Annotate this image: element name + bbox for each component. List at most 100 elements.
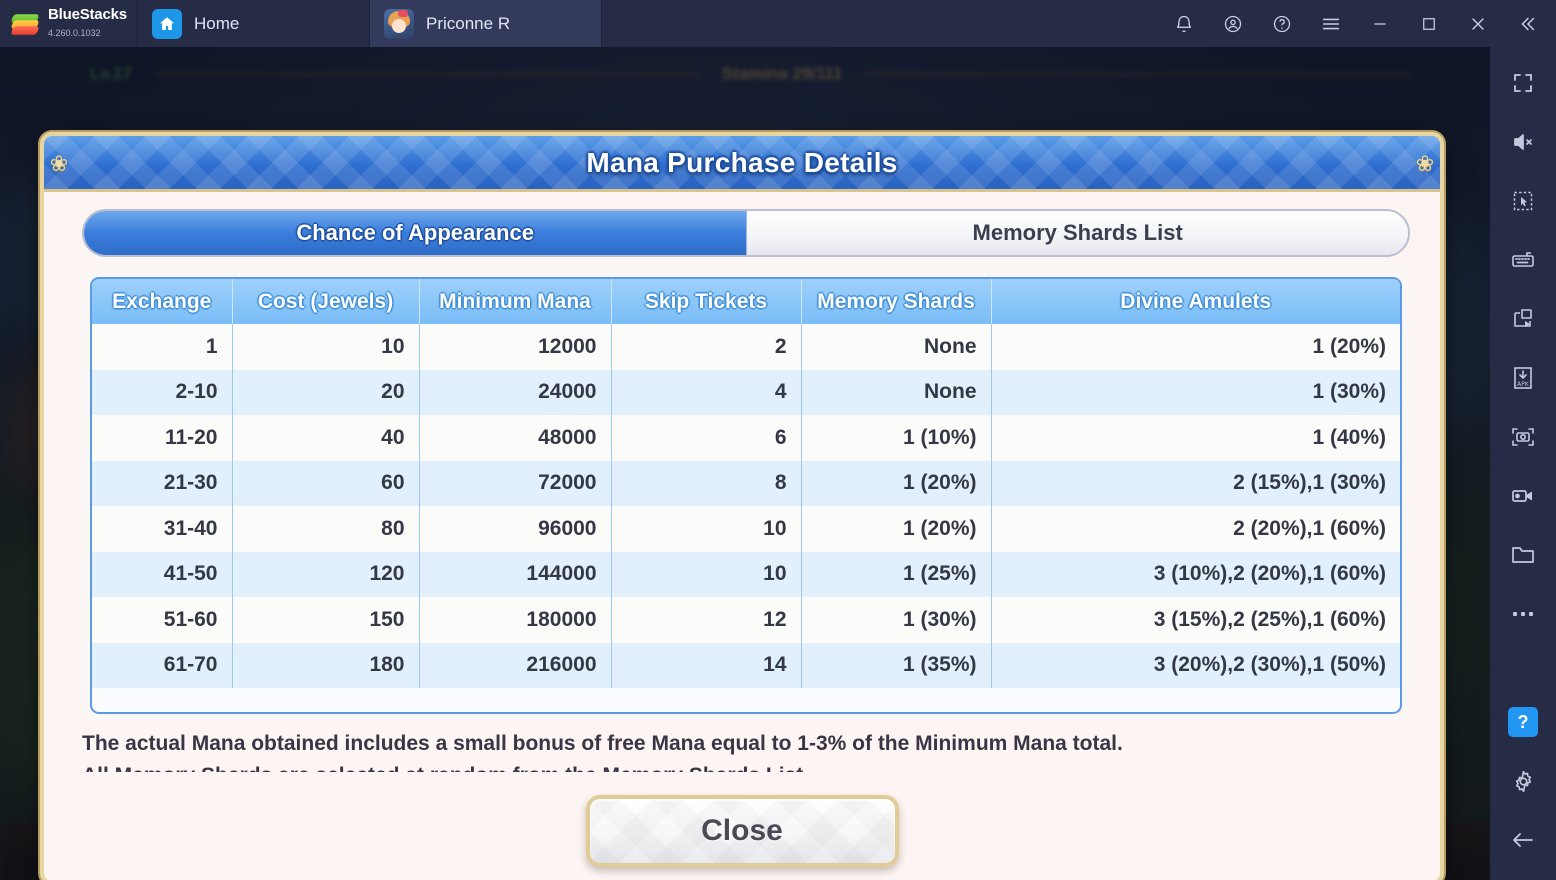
cell-exchange: 11-20	[92, 415, 233, 461]
help-badge-label: ?	[1508, 707, 1538, 737]
ornament-right-icon: ❀	[1415, 151, 1435, 176]
cell-memory-shards: 1 (20%)	[801, 460, 992, 506]
cell-skip-tickets: 10	[611, 506, 802, 552]
cell-skip-tickets: 2	[611, 324, 802, 370]
settings-gear-icon[interactable]	[1497, 759, 1549, 803]
cell-minimum-mana: 216000	[419, 642, 612, 688]
notifications-icon[interactable]	[1161, 0, 1207, 47]
tab-priconne-r-label: Priconne R	[426, 13, 511, 33]
cell-memory-shards: 1 (25%)	[801, 551, 992, 597]
account-icon[interactable]	[1210, 0, 1256, 47]
table-row: 61-70 180 216000 14 1 (35%) 3 (20%),2 (3…	[92, 642, 1400, 688]
cell-minimum-mana: 180000	[419, 597, 612, 643]
cell-divine-amulets: 2 (20%),1 (60%)	[991, 506, 1400, 552]
install-apk-icon[interactable]: APK	[1497, 356, 1549, 400]
keyboard-controls-icon[interactable]	[1497, 238, 1549, 282]
more-options-icon[interactable]	[1497, 592, 1549, 636]
bluestacks-logo: BlueStacks 4.260.0.1032	[0, 0, 138, 47]
cell-memory-shards: None	[801, 369, 992, 415]
app-avatar-icon	[384, 8, 414, 39]
cell-divine-amulets: 1 (20%)	[991, 324, 1400, 370]
tab-switch: Chance of Appearance Memory Shards List	[82, 209, 1410, 257]
mute-icon[interactable]	[1497, 120, 1549, 164]
cell-cost: 60	[232, 460, 420, 506]
tab-priconne-r[interactable]: Priconne R	[370, 0, 602, 47]
help-icon[interactable]	[1259, 0, 1305, 47]
cell-exchange: 2-10	[92, 369, 233, 415]
cell-cost: 80	[232, 506, 420, 552]
home-icon	[152, 8, 182, 39]
cell-skip-tickets: 14	[611, 642, 802, 688]
menu-icon[interactable]	[1308, 0, 1354, 47]
column-header-cost-jewels: Cost (Jewels)	[232, 279, 420, 324]
dialog-title-bar: ❀ Mana Purchase Details ❀	[44, 136, 1440, 192]
table-row: 31-40 80 96000 10 1 (20%) 2 (20%),1 (60%…	[92, 506, 1400, 552]
dialog-frame: ❀ Mana Purchase Details ❀ Chance of Appe…	[40, 132, 1444, 880]
close-button[interactable]: Close	[585, 795, 899, 867]
table-scroll-area[interactable]: Exchange Cost (Jewels) Minimum Mana Skip…	[90, 277, 1402, 714]
cell-minimum-mana: 12000	[419, 324, 612, 370]
cell-divine-amulets: 1 (30%)	[991, 369, 1400, 415]
note-line-2: All Memory Shards are selected at random…	[82, 760, 1422, 772]
maximize-button[interactable]	[1406, 0, 1452, 47]
cell-skip-tickets: 6	[611, 415, 802, 461]
table-body: 1 10 12000 2 None 1 (20%) 2-10 20 24000	[92, 324, 1400, 688]
tab-chance-of-appearance[interactable]: Chance of Appearance	[84, 211, 748, 255]
cell-divine-amulets: 1 (40%)	[991, 415, 1400, 461]
cell-cost: 180	[232, 642, 420, 688]
table-row: 41-50 120 144000 10 1 (25%) 3 (10%),2 (2…	[92, 551, 1400, 597]
help-badge-icon[interactable]: ?	[1497, 700, 1549, 744]
cell-cost: 120	[232, 551, 420, 597]
mana-purchase-details-dialog: ❀ Mana Purchase Details ❀ Chance of Appe…	[40, 132, 1444, 880]
table-row: 21-30 60 72000 8 1 (20%) 2 (15%),1 (30%)	[92, 460, 1400, 506]
cell-cost: 20	[232, 369, 420, 415]
cell-exchange: 1	[92, 324, 233, 370]
game-viewport: Lv.17 Stamina 29/111 Home Characters Sto…	[0, 47, 1490, 880]
table-row: 11-20 40 48000 6 1 (10%) 1 (40%)	[92, 415, 1400, 461]
fullscreen-icon[interactable]	[1497, 61, 1549, 105]
column-header-minimum-mana: Minimum Mana	[419, 279, 612, 324]
cell-skip-tickets: 4	[611, 369, 802, 415]
table-row: 51-60 150 180000 12 1 (30%) 3 (15%),2 (2…	[92, 597, 1400, 643]
mana-purchase-table: Exchange Cost (Jewels) Minimum Mana Skip…	[92, 279, 1400, 688]
bluestacks-title-bar: BlueStacks 4.260.0.1032 Home Priconne R	[0, 0, 1556, 47]
dialog-tabs: Chance of Appearance Memory Shards List	[82, 209, 1410, 257]
cell-cost: 150	[232, 597, 420, 643]
tab-home-label: Home	[194, 13, 240, 33]
screen-record-icon[interactable]	[1497, 474, 1549, 518]
dialog-notes: The actual Mana obtained includes a smal…	[82, 728, 1422, 772]
cell-memory-shards: None	[801, 324, 992, 370]
column-header-skip-tickets: Skip Tickets	[611, 279, 802, 324]
tab-home[interactable]: Home	[138, 0, 370, 47]
minimize-button[interactable]	[1357, 0, 1403, 47]
cell-memory-shards: 1 (35%)	[801, 642, 992, 688]
cell-cost: 40	[232, 415, 420, 461]
dialog-title: Mana Purchase Details	[586, 146, 898, 178]
table-card: Exchange Cost (Jewels) Minimum Mana Skip…	[82, 269, 1410, 722]
cell-skip-tickets: 10	[611, 551, 802, 597]
collapse-sidebar-button[interactable]	[1504, 0, 1550, 47]
cell-minimum-mana: 48000	[419, 415, 612, 461]
table-row: 1 10 12000 2 None 1 (20%)	[92, 324, 1400, 370]
macro-recorder-icon[interactable]	[1497, 297, 1549, 341]
cell-skip-tickets: 8	[611, 460, 802, 506]
cell-divine-amulets: 3 (10%),2 (20%),1 (60%)	[991, 551, 1400, 597]
column-header-divine-amulets: Divine Amulets	[991, 279, 1400, 324]
ornament-left-icon: ❀	[49, 151, 69, 176]
tab-memory-shards-list[interactable]: Memory Shards List	[747, 211, 1408, 255]
cursor-select-icon[interactable]	[1497, 179, 1549, 223]
cell-divine-amulets: 3 (15%),2 (25%),1 (60%)	[991, 597, 1400, 643]
screenshot-icon[interactable]	[1497, 415, 1549, 459]
note-line-1: The actual Mana obtained includes a smal…	[82, 732, 1123, 755]
back-arrow-icon[interactable]	[1497, 818, 1549, 862]
media-manager-icon[interactable]	[1497, 533, 1549, 577]
close-button[interactable]	[1455, 0, 1501, 47]
close-button-label: Close	[701, 814, 783, 847]
cell-cost: 10	[232, 324, 420, 370]
dialog-footer: Close	[44, 795, 1440, 867]
cell-exchange: 31-40	[92, 506, 233, 552]
cell-memory-shards: 1 (20%)	[801, 506, 992, 552]
cell-exchange: 21-30	[92, 460, 233, 506]
cell-minimum-mana: 24000	[419, 369, 612, 415]
bluestacks-side-rail: APK ?	[1490, 47, 1556, 880]
